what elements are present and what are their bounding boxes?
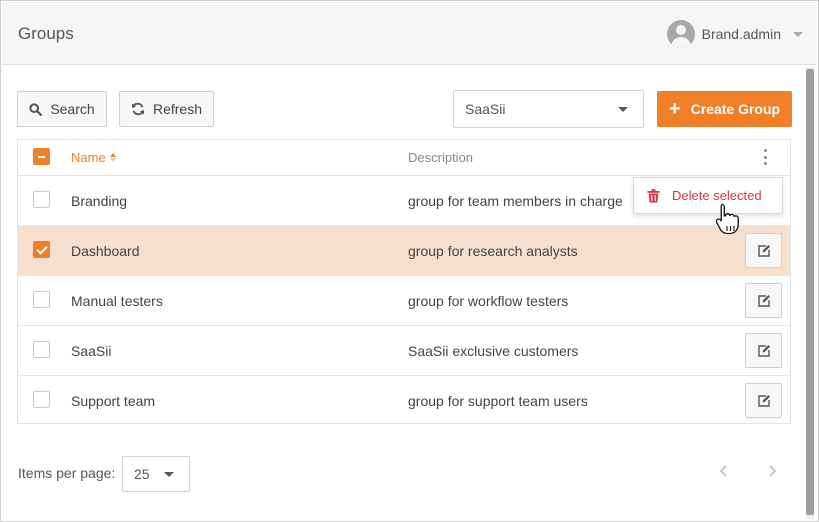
group-filter-select[interactable]: SaaSii — [453, 90, 644, 128]
group-filter-value: SaaSii — [465, 101, 506, 117]
row-description: group for workflow testers — [408, 293, 569, 309]
row-name: SaaSii — [71, 343, 112, 359]
previous-page-button[interactable] — [717, 464, 731, 478]
search-icon — [29, 102, 43, 116]
row-checkbox[interactable] — [33, 241, 50, 258]
caret-down-icon — [164, 472, 174, 477]
edit-icon — [757, 294, 770, 307]
caret-down-icon — [618, 107, 628, 112]
more-options-icon[interactable] — [762, 149, 768, 165]
chevron-left-icon — [719, 465, 727, 477]
user-name: Brand.admin — [701, 26, 781, 42]
row-name: Support team — [71, 393, 156, 409]
edit-icon — [757, 244, 770, 257]
edit-button[interactable] — [745, 283, 782, 318]
plus-icon: + — [668, 98, 681, 120]
next-page-button[interactable] — [765, 464, 779, 478]
edit-button[interactable] — [745, 333, 782, 368]
table-row[interactable]: SaaSii SaaSii exclusive customers — [18, 326, 790, 376]
scrollbar[interactable] — [806, 67, 814, 519]
items-per-page-label: Items per page: — [18, 465, 116, 481]
groups-window: Groups Brand.admin Search Refresh SaaSii… — [0, 0, 819, 522]
hand-pointer-icon — [715, 202, 741, 241]
row-name: Manual testers — [71, 293, 163, 309]
row-name: Branding — [71, 193, 128, 209]
items-per-page-value: 25 — [134, 466, 150, 482]
sort-icon — [109, 153, 116, 162]
table-row[interactable]: Support team group for support team user… — [18, 376, 790, 424]
edit-icon — [757, 394, 770, 407]
search-button[interactable]: Search — [17, 91, 107, 127]
avatar — [666, 20, 695, 48]
user-menu[interactable]: Brand.admin — [666, 20, 803, 48]
caret-down-icon — [793, 31, 803, 37]
search-button-label: Search — [50, 101, 95, 117]
scrollbar-thumb[interactable] — [806, 69, 814, 515]
refresh-icon — [131, 102, 145, 116]
page-header: Groups Brand.admin — [2, 2, 817, 65]
row-description: group for research analysts — [408, 243, 578, 259]
column-header-name[interactable]: Name — [71, 150, 116, 165]
row-description: SaaSii exclusive customers — [408, 343, 579, 359]
row-checkbox[interactable] — [33, 191, 50, 208]
create-group-label: Create Group — [690, 101, 781, 117]
table-row[interactable]: Dashboard group for research analysts — [18, 226, 790, 276]
column-header-description: Description — [408, 150, 474, 165]
row-checkbox[interactable] — [33, 291, 50, 308]
row-description: group for support team users — [408, 393, 588, 409]
create-group-button[interactable]: + Create Group — [657, 91, 792, 127]
delete-selected-label: Delete selected — [672, 188, 762, 203]
trash-icon — [647, 188, 660, 203]
chevron-right-icon — [769, 465, 777, 477]
items-per-page-select[interactable]: 25 — [122, 456, 190, 492]
row-description: group for team members in charge — [408, 193, 623, 209]
select-all-checkbox[interactable] — [33, 148, 50, 165]
delete-selected-menu-item[interactable]: Delete selected — [633, 177, 783, 214]
row-name: Dashboard — [71, 243, 140, 259]
edit-icon — [757, 344, 770, 357]
row-checkbox[interactable] — [33, 391, 50, 408]
refresh-button-label: Refresh — [152, 101, 203, 117]
edit-button[interactable] — [745, 233, 782, 268]
edit-button[interactable] — [745, 383, 782, 418]
column-header-name-label: Name — [71, 150, 106, 165]
table-header: Name Description — [18, 140, 790, 176]
refresh-button[interactable]: Refresh — [119, 91, 214, 127]
row-checkbox[interactable] — [33, 341, 50, 358]
table-row[interactable]: Manual testers group for workflow tester… — [18, 276, 790, 326]
page-title: Groups — [18, 24, 74, 43]
